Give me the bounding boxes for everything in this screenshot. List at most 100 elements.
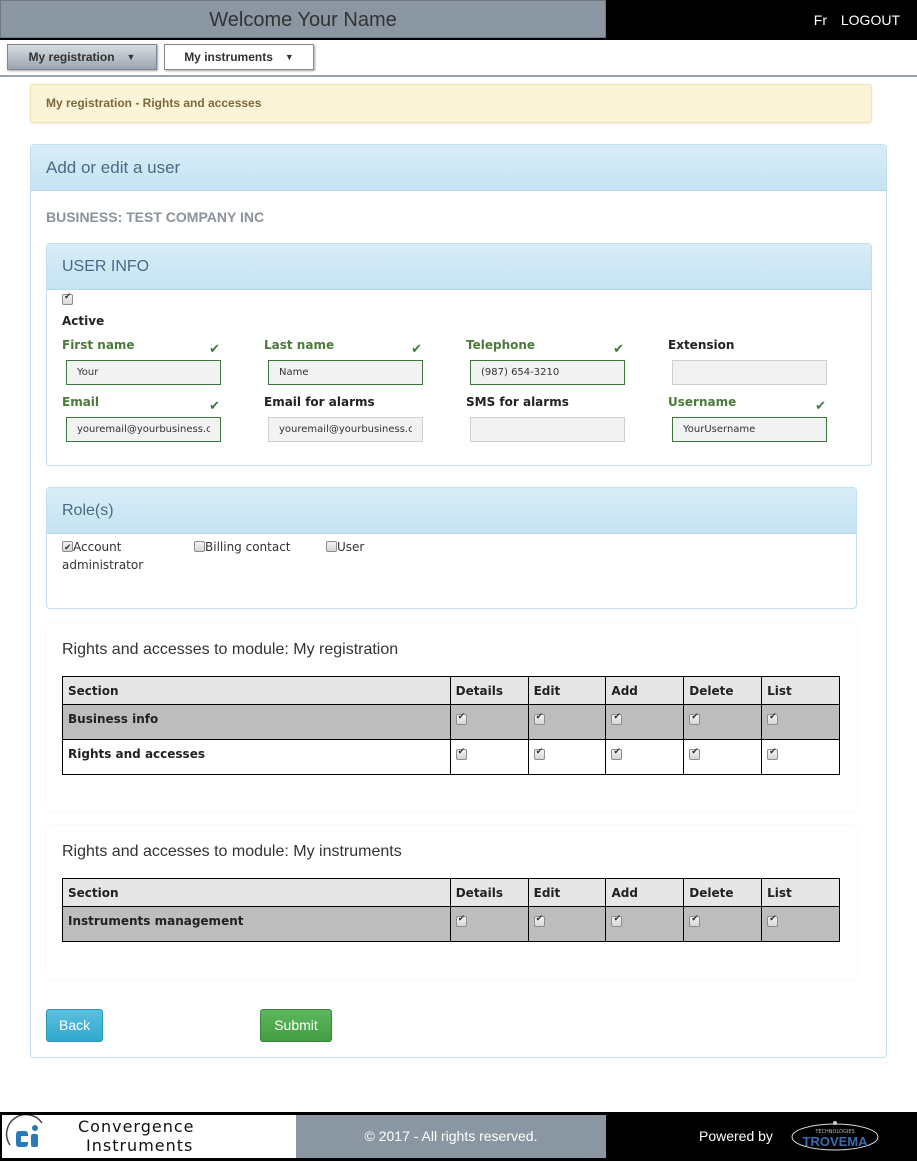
username-input[interactable]: [672, 417, 827, 442]
role-checkbox[interactable]: [194, 541, 205, 552]
field-label: Telephone: [466, 338, 536, 352]
active-label: Active: [62, 314, 105, 328]
row-section: Rights and accesses: [62, 739, 451, 775]
edit-checkbox[interactable]: [533, 914, 545, 927]
col-edit: Edit: [527, 878, 607, 907]
role-label: User: [337, 540, 365, 554]
col-add: Add: [605, 878, 685, 907]
language-link[interactable]: Fr: [814, 12, 827, 28]
col-delete: Delete: [683, 676, 763, 705]
business-name: BUSINESS: TEST COMPANY INC: [46, 209, 265, 225]
col-list: List: [761, 878, 840, 907]
col-section: Section: [62, 878, 451, 907]
email-alarms-field: Email for alarms: [264, 395, 424, 442]
email-alarms-input[interactable]: [268, 417, 423, 442]
col-section: Section: [62, 676, 451, 705]
active-checkbox[interactable]: [62, 292, 73, 305]
role-checkbox[interactable]: [62, 539, 73, 557]
sms-alarms-input[interactable]: [470, 417, 625, 442]
powered-by: Powered by: [699, 1128, 773, 1144]
valid-check-icon: ✔: [815, 399, 826, 414]
nav-label: My instruments: [184, 50, 273, 64]
email-input[interactable]: [66, 417, 221, 442]
add-checkbox[interactable]: [611, 914, 623, 927]
logo-line2: Instruments: [86, 1136, 194, 1155]
edit-checkbox[interactable]: [533, 747, 545, 760]
table-row: Business info: [62, 704, 840, 740]
add-checkbox[interactable]: [611, 747, 623, 760]
field-label: Email for alarms: [264, 395, 375, 409]
logout-link[interactable]: LOGOUT: [841, 12, 900, 28]
role-checkbox[interactable]: [326, 541, 337, 552]
first-name-input[interactable]: [66, 360, 221, 385]
rights-title: Rights and accesses to module: My regist…: [62, 641, 399, 658]
email-field: Email ✔: [62, 395, 222, 442]
top-bar: Welcome Your Name Fr LOGOUT: [0, 0, 917, 40]
roles-title: Role(s): [47, 488, 856, 534]
role-label: Account: [73, 540, 122, 554]
list-checkbox[interactable]: [767, 914, 779, 927]
caret-down-icon: ▼: [284, 52, 294, 62]
field-label: Username: [668, 395, 737, 409]
user-edit-panel: Add or edit a user BUSINESS: TEST COMPAN…: [30, 144, 887, 1058]
ci-logo-icon: [5, 1113, 43, 1147]
field-label: SMS for alarms: [466, 395, 569, 409]
role-account-administrator[interactable]: Account administrator: [62, 538, 143, 574]
col-edit: Edit: [527, 676, 607, 705]
rights-table: Section Details Edit Add Delete List Ins…: [62, 878, 840, 942]
sms-alarms-field: SMS for alarms: [466, 395, 626, 442]
row-section: Instruments management: [62, 906, 451, 942]
delete-checkbox[interactable]: [689, 712, 701, 725]
main-nav: My registration ▼ My instruments ▼: [0, 40, 917, 77]
extension-input[interactable]: [672, 360, 827, 385]
user-info-panel: USER INFO Active First name ✔ Last name …: [46, 243, 872, 466]
role-billing-contact[interactable]: Billing contact: [194, 538, 291, 556]
details-checkbox[interactable]: [455, 712, 467, 725]
delete-checkbox[interactable]: [689, 747, 701, 760]
nav-my-registration[interactable]: My registration ▼: [7, 44, 157, 70]
logo-text: Convergence Instruments: [78, 1117, 195, 1155]
add-checkbox[interactable]: [611, 712, 623, 725]
caret-down-icon: ▼: [126, 52, 136, 62]
details-checkbox[interactable]: [455, 747, 467, 760]
table-row: Instruments management: [62, 906, 840, 942]
welcome-banner: Welcome Your Name: [0, 0, 606, 38]
telephone-input[interactable]: [470, 360, 625, 385]
nav-my-instruments[interactable]: My instruments ▼: [164, 44, 314, 70]
copyright: © 2017 - All rights reserved.: [296, 1115, 606, 1158]
col-details: Details: [449, 878, 529, 907]
field-label: First name: [62, 338, 135, 352]
rights-title: Rights and accesses to module: My instru…: [62, 843, 402, 860]
last-name-field: Last name ✔: [264, 338, 424, 385]
col-list: List: [761, 676, 840, 705]
panel-title: Add or edit a user: [31, 145, 886, 191]
back-button[interactable]: Back: [46, 1009, 103, 1042]
role-user[interactable]: User: [326, 538, 364, 556]
edit-checkbox[interactable]: [533, 712, 545, 725]
table-header-row: Section Details Edit Add Delete List: [62, 676, 840, 705]
list-checkbox[interactable]: [767, 747, 779, 760]
rights-panel-my-registration: Rights and accesses to module: My regist…: [46, 623, 857, 811]
field-label: Extension: [668, 338, 735, 352]
rights-table: Section Details Edit Add Delete List Bus…: [62, 676, 840, 775]
field-label: Last name: [264, 338, 335, 352]
valid-check-icon: ✔: [411, 342, 422, 357]
col-add: Add: [605, 676, 685, 705]
telephone-field: Telephone ✔: [466, 338, 626, 385]
convergence-logo: Convergence Instruments: [2, 1113, 296, 1158]
first-name-field: First name ✔: [62, 338, 222, 385]
col-details: Details: [449, 676, 529, 705]
valid-check-icon: ✔: [209, 399, 220, 414]
submit-button[interactable]: Submit: [260, 1009, 332, 1042]
nav-label: My registration: [28, 50, 115, 64]
last-name-input[interactable]: [268, 360, 423, 385]
footer: Convergence Instruments © 2017 - All rig…: [0, 1112, 917, 1161]
field-label: Email: [62, 395, 100, 409]
delete-checkbox[interactable]: [689, 914, 701, 927]
username-field: Username ✔: [668, 395, 828, 442]
logo-line1: Convergence: [78, 1117, 195, 1136]
roles-panel: Role(s) Account administrator Billing co…: [46, 487, 857, 609]
partner-name: TROVEMA: [803, 1134, 869, 1149]
list-checkbox[interactable]: [767, 712, 779, 725]
details-checkbox[interactable]: [455, 914, 467, 927]
